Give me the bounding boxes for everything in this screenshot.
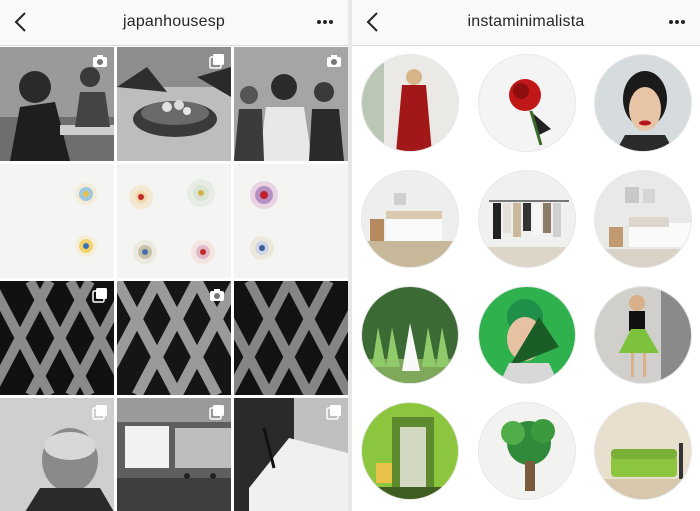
multi-photo-icon [326, 405, 341, 420]
japanhousesp-profile-panel: japanhousesp [0, 0, 348, 511]
more-horizontal-icon[interactable] [664, 9, 690, 35]
grid-tile-gallery-bw[interactable] [117, 398, 231, 511]
grid-tile-writing-bw[interactable] [234, 398, 348, 511]
profile-username-title: instaminimalista [467, 13, 585, 30]
more-horizontal-icon[interactable] [312, 9, 338, 35]
grid-tile-portrait-bw[interactable] [0, 398, 114, 511]
profile-username-title: japanhousesp [122, 13, 226, 30]
grid-tile-flowers-3[interactable] [234, 164, 348, 278]
circle-post-bedroom-1[interactable] [361, 170, 459, 268]
circle-post-wedding-party[interactable] [361, 286, 459, 384]
instaminimalista-profile-panel: instaminimalista [352, 0, 700, 511]
grid-tile-flowers-1[interactable] [0, 164, 114, 278]
camera-icon [210, 289, 224, 301]
multi-photo-icon [92, 288, 107, 303]
circle-post-green-bouquet[interactable] [478, 402, 576, 500]
grid-tile-wood-lattice-3[interactable] [234, 281, 348, 395]
circle-post-green-skirt[interactable] [594, 286, 692, 384]
grid-tile-wood-lattice-2[interactable] [117, 281, 231, 395]
grid-tile-workshop-bw[interactable] [0, 47, 114, 161]
circle-post-red-dress[interactable] [361, 54, 459, 152]
grid-tile-wood-lattice-1[interactable] [0, 281, 114, 395]
circle-post-green-hallway[interactable] [361, 402, 459, 500]
multi-photo-icon [209, 405, 224, 420]
circle-post-bedroom-2[interactable] [594, 170, 692, 268]
circle-post-portrait-woman[interactable] [594, 54, 692, 152]
multi-photo-icon [209, 54, 224, 69]
top-nav-bar: japanhousesp [0, 0, 348, 46]
grid-tile-audience-bw[interactable] [234, 47, 348, 161]
circle-post-green-sofa[interactable] [594, 402, 692, 500]
grid-tile-flowers-2[interactable] [117, 164, 231, 278]
camera-icon [93, 55, 107, 67]
multi-photo-icon [92, 405, 107, 420]
camera-icon [327, 55, 341, 67]
top-nav-bar: instaminimalista [352, 0, 700, 46]
circle-post-wardrobe[interactable] [478, 170, 576, 268]
circle-post-green-hair-leaf[interactable] [478, 286, 576, 384]
circle-post-red-rose[interactable] [478, 54, 576, 152]
grid-tile-bowl-bw[interactable] [117, 47, 231, 161]
